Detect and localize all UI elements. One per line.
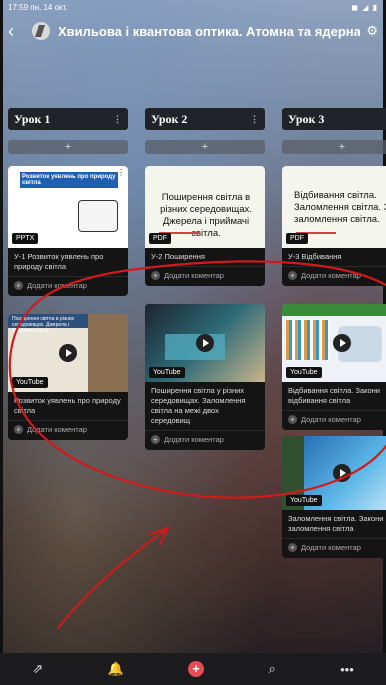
file-type-badge: PDF <box>149 233 171 244</box>
post-title: Відбивання світла. Закони відбивання сві… <box>288 386 380 405</box>
add-post-fab[interactable]: + <box>188 661 205 677</box>
status-time: 17:59 <box>8 2 29 12</box>
slide-text: Поширення світла в різних середовищах. Д… <box>12 316 75 334</box>
add-comment-label: Додати коментар <box>301 415 361 424</box>
add-comment-button[interactable]: + Додати коментар <box>8 420 128 440</box>
column-title: Урок 2 <box>151 111 188 126</box>
add-comment-label: Додати коментар <box>301 271 361 280</box>
slide-text: Відбивання світла. Заломлення світла. За… <box>294 190 386 225</box>
column-header: Урок 3 ⋮ <box>282 108 386 130</box>
play-icon[interactable] <box>333 464 351 482</box>
share-icon[interactable]: ⇗ <box>32 661 43 677</box>
file-type-badge: PPTX <box>12 233 39 244</box>
file-type-badge: YouTube <box>12 377 48 388</box>
post-title: Поширення світла у різних середовищах. З… <box>151 386 246 425</box>
add-comment-button[interactable]: + Додати коментар <box>282 538 386 558</box>
post-card[interactable]: YouTube Відбивання світла. Закони відбив… <box>282 304 386 430</box>
slide-diagram <box>286 320 330 360</box>
file-type-badge: YouTube <box>286 495 322 506</box>
add-comment-label: Додати коментар <box>164 435 224 444</box>
column-header: Урок 1 ⋮ <box>8 108 128 130</box>
add-post-button[interactable]: + <box>282 140 386 154</box>
status-icons: ◼ ◢ ▮ <box>351 2 378 12</box>
column-menu-icon[interactable]: ⋮ <box>113 114 122 125</box>
page-title: Хвильова і квантова оптика. Атомна та яд… <box>58 23 361 39</box>
column-lesson-3: Урок 3 ⋮ + <box>282 108 386 154</box>
settings-gear-icon[interactable]: ⚙ <box>366 23 378 39</box>
add-comment-icon: + <box>288 543 297 552</box>
post-title: Заломлення світла. Закони заломлення сві… <box>288 514 384 533</box>
slide-text: Розвиток уявлень про природу світла <box>22 174 116 186</box>
post-thumbnail: Поширення світла в різних середовищах. Д… <box>8 314 128 392</box>
post-card[interactable]: YouTube Заломлення світла. Закони заломл… <box>282 436 386 558</box>
post-title: Розвиток уявлень про природу світла <box>14 396 121 415</box>
post-thumbnail: YouTube <box>282 304 386 382</box>
status-date: пн, 14 окт. <box>30 2 68 12</box>
file-type-badge: YouTube <box>286 367 322 378</box>
play-icon[interactable] <box>196 334 214 352</box>
post-card[interactable]: Поширення світла в різних середовищах. Д… <box>8 314 128 440</box>
status-bar: 17:59 пн, 14 окт. ◼ ◢ ▮ <box>0 0 386 14</box>
post-thumbnail: Поширення світла в різних середовищах. Д… <box>145 166 265 248</box>
slide-photo <box>165 334 225 360</box>
add-comment-label: Додати коментар <box>164 271 224 280</box>
file-type-badge: PDF <box>286 233 308 244</box>
post-card[interactable]: Розвиток уявлень про природу світла ⋮ PP… <box>8 166 128 296</box>
add-comment-icon: + <box>151 435 160 444</box>
add-comment-label: Додати коментар <box>27 425 87 434</box>
column-title: Урок 3 <box>288 111 325 126</box>
add-comment-label: Додати коментар <box>27 281 87 290</box>
add-post-button[interactable]: + <box>145 140 265 154</box>
play-icon[interactable] <box>333 334 351 352</box>
add-comment-label: Додати коментар <box>301 543 361 552</box>
add-comment-button[interactable]: + Додати коментар <box>8 276 128 296</box>
add-comment-icon: + <box>14 425 23 434</box>
post-title: У-2 Поширення <box>151 252 205 261</box>
column-title: Урок 1 <box>14 111 51 126</box>
play-icon[interactable] <box>59 344 77 362</box>
add-comment-icon: + <box>288 415 297 424</box>
post-title: У-1 Розвиток уявлень про природу світла <box>14 252 104 271</box>
post-thumbnail: Відбивання світла. Заломлення світла. За… <box>282 166 386 248</box>
post-card[interactable]: Поширення світла в різних середовищах. Д… <box>145 166 265 286</box>
post-title: У-3 Відбивання <box>288 252 342 261</box>
back-arrow-icon[interactable]: ‹ <box>8 21 26 42</box>
post-card[interactable]: Відбивання світла. Заломлення світла. За… <box>282 166 386 286</box>
add-comment-icon: + <box>288 271 297 280</box>
add-comment-button[interactable]: + Додати коментар <box>145 430 265 450</box>
add-comment-button[interactable]: + Додати коментар <box>282 410 386 430</box>
column-header: Урок 2 ⋮ <box>145 108 265 130</box>
more-icon[interactable]: ••• <box>340 662 354 677</box>
add-post-button[interactable]: + <box>8 140 128 154</box>
post-thumbnail: Розвиток уявлень про природу світла ⋮ PP… <box>8 166 128 248</box>
post-card[interactable]: YouTube Поширення світла у різних середо… <box>145 304 265 450</box>
file-type-badge: YouTube <box>149 367 185 378</box>
column-lesson-1: Урок 1 ⋮ + <box>8 108 128 154</box>
add-comment-button[interactable]: + Додати коментар <box>282 266 386 286</box>
annotation-arrow <box>57 527 169 629</box>
add-comment-button[interactable]: + Додати коментар <box>145 266 265 286</box>
search-icon[interactable]: ⌕ <box>268 661 275 677</box>
add-comment-icon: + <box>151 271 160 280</box>
slide-header-bar <box>282 304 386 316</box>
column-menu-icon[interactable]: ⋮ <box>250 114 259 125</box>
board-avatar-icon <box>32 22 50 40</box>
slide-illustration <box>78 200 118 232</box>
notifications-bell-icon[interactable]: 🔔 <box>107 661 123 677</box>
add-comment-icon: + <box>14 281 23 290</box>
post-thumbnail: YouTube <box>282 436 386 510</box>
card-menu-icon[interactable]: ⋮ <box>117 168 125 177</box>
slide-photo <box>88 314 128 392</box>
post-thumbnail: YouTube <box>145 304 265 382</box>
header: ‹ Хвильова і квантова оптика. Атомна та … <box>0 16 386 46</box>
bottom-nav: ⇗ 🔔 + ⌕ ••• <box>0 653 386 685</box>
column-lesson-2: Урок 2 ⋮ + <box>145 108 265 154</box>
